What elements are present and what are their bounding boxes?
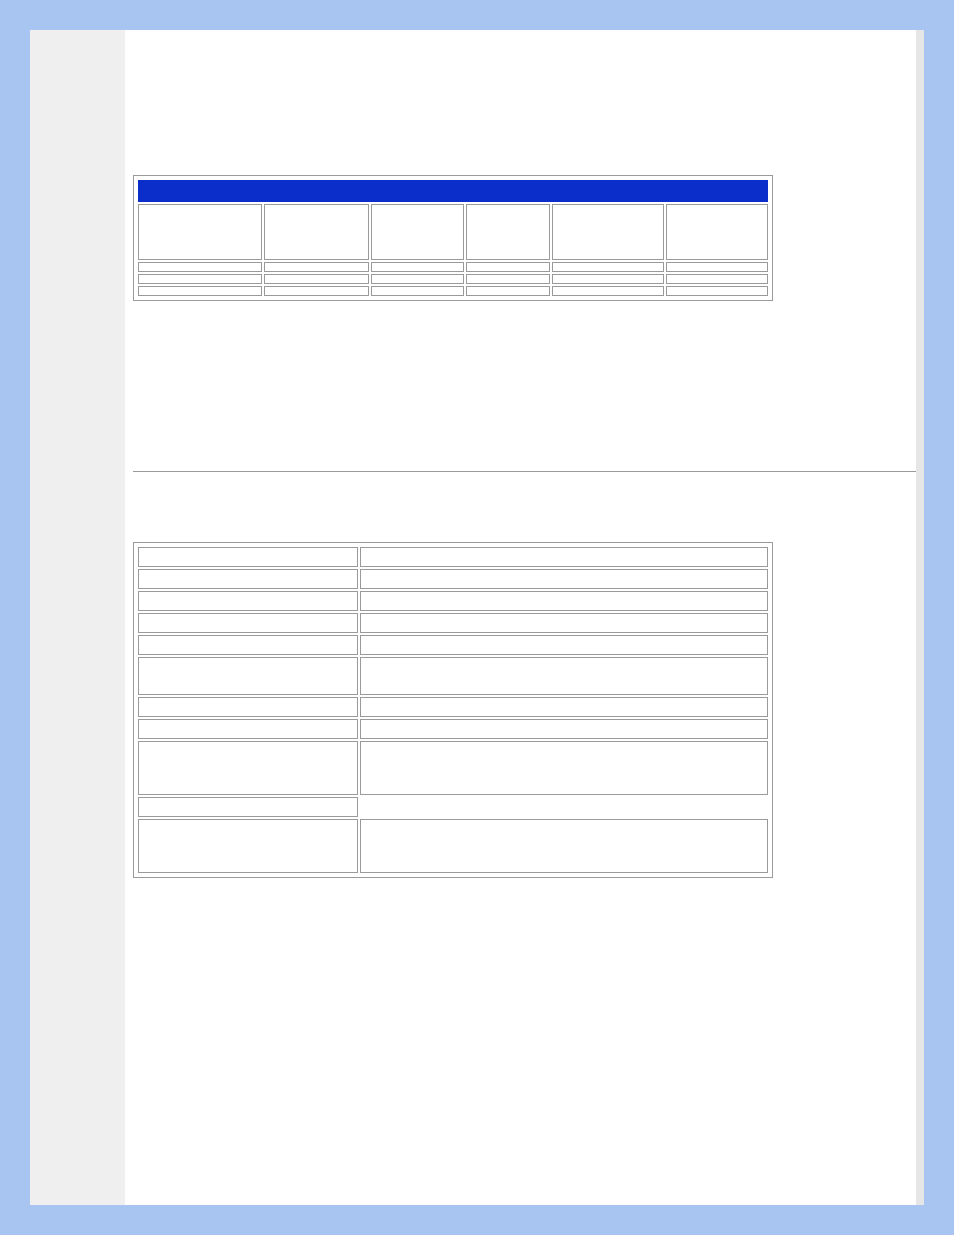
document-content — [125, 30, 916, 1205]
table-cell — [371, 286, 464, 296]
table-2-key-cell — [138, 797, 358, 817]
table-row — [138, 613, 768, 633]
table-1-header-cell — [466, 204, 550, 260]
section-divider — [133, 471, 916, 472]
table-cell — [138, 286, 262, 296]
table-row — [138, 262, 768, 272]
table-row — [138, 286, 768, 296]
table-row — [138, 635, 768, 655]
left-sidebar — [30, 30, 125, 1205]
table-1-header-cell — [138, 204, 262, 260]
table-cell — [552, 274, 664, 284]
table-cell — [552, 262, 664, 272]
table-cell — [666, 274, 768, 284]
table-2-key-cell — [138, 719, 358, 739]
table-cell — [466, 286, 550, 296]
table-row — [138, 797, 768, 817]
table-2-key-cell — [138, 569, 358, 589]
table-row — [138, 819, 768, 873]
table-2-key-cell — [138, 819, 358, 873]
table-2-key-cell — [138, 697, 358, 717]
table-2-val-cell — [360, 657, 768, 695]
table-row — [138, 697, 768, 717]
table-cell — [466, 274, 550, 284]
table-2-key-cell — [138, 657, 358, 695]
table-2-val-cell — [360, 797, 768, 817]
table-row — [138, 569, 768, 589]
table-1 — [133, 175, 773, 301]
table-1-header-cell — [552, 204, 664, 260]
table-row — [138, 741, 768, 795]
table-row — [138, 274, 768, 284]
table-2-key-cell — [138, 547, 358, 567]
page-root — [0, 0, 954, 1235]
table-2-key-cell — [138, 591, 358, 611]
table-1-header-cell — [264, 204, 369, 260]
table-2-val-cell — [360, 591, 768, 611]
table-cell — [466, 262, 550, 272]
table-2-val-cell — [360, 697, 768, 717]
table-2-val-cell — [360, 547, 768, 567]
table-cell — [138, 262, 262, 272]
table-cell — [552, 286, 664, 296]
table-2-key-cell — [138, 635, 358, 655]
table-2 — [133, 542, 773, 878]
table-cell — [138, 274, 262, 284]
table-cell — [371, 262, 464, 272]
table-2-val-cell — [360, 819, 768, 873]
table-cell — [264, 262, 369, 272]
table-1-title-row — [138, 180, 768, 202]
table-1-header-row — [138, 204, 768, 260]
table-2-key-cell — [138, 613, 358, 633]
table-2-val-cell — [360, 719, 768, 739]
table-cell — [666, 262, 768, 272]
table-row — [138, 657, 768, 695]
table-cell — [264, 274, 369, 284]
table-cell — [371, 274, 464, 284]
table-1-header-cell — [371, 204, 464, 260]
table-2-key-cell — [138, 741, 358, 795]
table-2-val-cell — [360, 569, 768, 589]
table-row — [138, 719, 768, 739]
table-2-val-cell — [360, 635, 768, 655]
table-row — [138, 591, 768, 611]
table-1-title — [138, 180, 768, 202]
table-2-val-cell — [360, 613, 768, 633]
table-cell — [666, 286, 768, 296]
table-row — [138, 547, 768, 567]
document-frame — [30, 30, 924, 1205]
table-cell — [264, 286, 369, 296]
table-1-header-cell — [666, 204, 768, 260]
table-2-val-cell — [360, 741, 768, 795]
